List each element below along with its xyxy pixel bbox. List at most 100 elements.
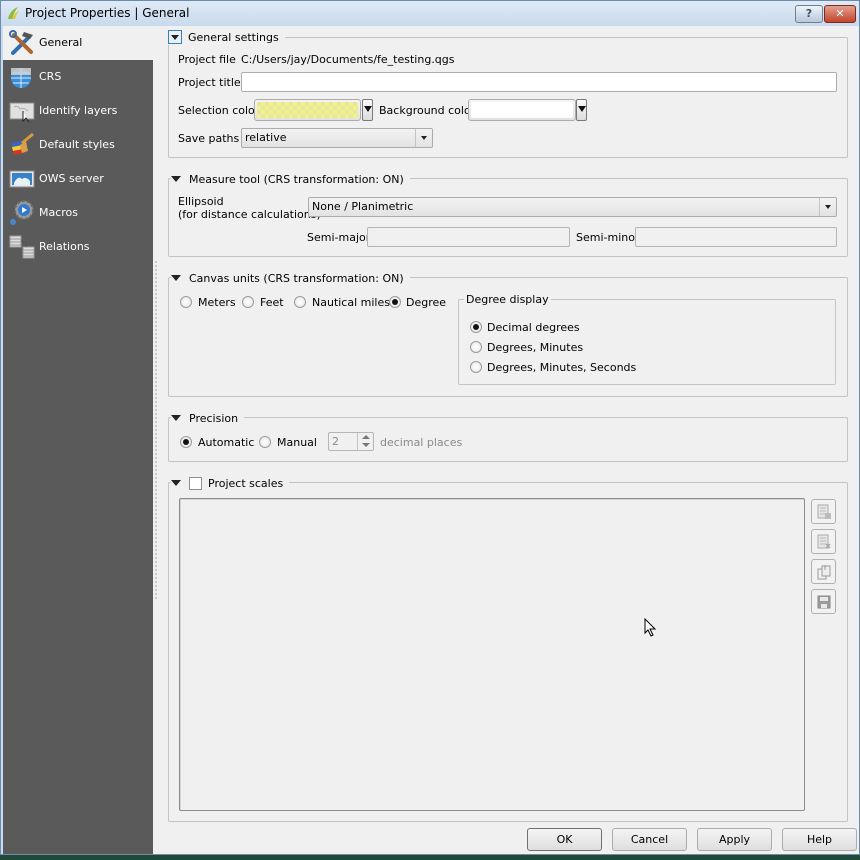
degrees-minutes-seconds-radio[interactable] (470, 361, 482, 373)
sidebar-item-label: Identify layers (39, 104, 118, 117)
spin-buttons[interactable] (357, 433, 373, 450)
meters-radio[interactable] (180, 296, 192, 308)
title-bar: Project Properties | General ? ✕ (1, 1, 859, 26)
spin-up-icon[interactable] (362, 435, 370, 439)
degree-label: Degree (406, 296, 447, 309)
sidebar-item-macros[interactable]: Macros (3, 196, 153, 230)
manual-radio[interactable] (259, 436, 271, 448)
decimal-places-label: decimal places (380, 436, 463, 449)
save-paths-value: relative (245, 131, 287, 144)
mouse-cursor-icon (644, 618, 657, 637)
selection-color-swatch (257, 102, 358, 118)
add-scale-icon (817, 504, 831, 519)
degree-display-title: Degree display (464, 293, 551, 306)
cancel-button[interactable]: Cancel (612, 828, 687, 851)
project-scales-list[interactable] (179, 498, 805, 811)
decimal-places-value: 2 (332, 435, 339, 448)
spin-down-icon[interactable] (362, 443, 370, 447)
sidebar-item-ows-server[interactable]: OWS server (3, 162, 153, 196)
apply-button[interactable]: Apply (697, 828, 772, 851)
collapse-toggle-icon[interactable] (171, 415, 181, 421)
semi-minor-label: Semi-minor (576, 231, 640, 244)
sidebar-item-relations[interactable]: Relations (3, 230, 153, 264)
sidebar-item-general[interactable]: General (3, 26, 153, 60)
add-scale-button[interactable] (811, 499, 836, 524)
background-color-swatch (471, 102, 573, 118)
degrees-minutes-radio[interactable] (470, 341, 482, 353)
import-scales-icon (817, 564, 830, 579)
semi-major-label: Semi-major (307, 231, 371, 244)
save-paths-select[interactable]: relative (241, 128, 433, 148)
project-scales-header[interactable]: Project scales (171, 475, 290, 491)
selection-color-dropdown[interactable] (362, 99, 373, 121)
close-button[interactable]: ✕ (824, 5, 856, 23)
project-file-label: Project file (178, 53, 236, 66)
qgis-logo-icon (8, 7, 19, 19)
decimal-degrees-label: Decimal degrees (487, 321, 580, 334)
feet-label: Feet (260, 296, 284, 309)
automatic-label: Automatic (198, 436, 255, 449)
feet-radio[interactable] (242, 296, 254, 308)
nautical-miles-radio[interactable] (294, 296, 306, 308)
save-scales-button[interactable] (811, 589, 836, 614)
save-scales-icon (817, 595, 830, 608)
precision-header[interactable]: Precision (171, 410, 245, 426)
decimal-degrees-radio[interactable] (470, 321, 482, 333)
sidebar-item-label: Default styles (39, 138, 115, 151)
collapse-toggle-icon[interactable] (171, 480, 181, 486)
meters-label: Meters (198, 296, 236, 309)
chevron-down-icon (415, 129, 432, 147)
sidebar: General CRS Identify layers Default styl… (3, 26, 153, 854)
sidebar-item-label: Macros (39, 206, 79, 219)
splitter-handle[interactable] (155, 261, 157, 601)
decimal-places-spinbox[interactable]: 2 (328, 432, 374, 451)
collapse-toggle-icon[interactable] (168, 30, 182, 44)
project-title-label: Project title (178, 76, 241, 89)
globe-grid-icon (11, 68, 31, 88)
project-scales-checkbox[interactable] (189, 476, 202, 490)
map-pointer-icon (9, 102, 35, 123)
background-color-button[interactable] (468, 99, 576, 121)
ellipsoid-label: Ellipsoid (178, 195, 224, 208)
table-relation-icon (9, 235, 35, 259)
selection-color-button[interactable] (254, 99, 361, 121)
group-title: General settings (188, 30, 279, 44)
measure-tool-header[interactable]: Measure tool (CRS transformation: ON) (171, 171, 410, 187)
ellipsoid-value: None / Planimetric (312, 200, 414, 213)
remove-scale-button[interactable] (811, 529, 836, 554)
project-file-value: C:/Users/jay/Documents/fe_testing.qgs (241, 53, 455, 66)
degree-radio[interactable] (389, 296, 401, 308)
gear-play-icon (10, 200, 34, 225)
sidebar-item-default-styles[interactable]: Default styles (3, 128, 153, 162)
chevron-down-icon (819, 198, 836, 216)
collapse-toggle-icon[interactable] (171, 275, 181, 281)
semi-major-input[interactable] (367, 227, 570, 247)
nautical-miles-label: Nautical miles (312, 296, 390, 309)
remove-scale-icon (817, 534, 831, 549)
ok-button[interactable]: OK (527, 828, 602, 851)
help-title-button[interactable]: ? (795, 5, 823, 23)
background-color-dropdown[interactable] (576, 99, 587, 121)
degrees-minutes-label: Degrees, Minutes (487, 341, 584, 354)
import-scales-button[interactable] (811, 559, 836, 584)
manual-label: Manual (277, 436, 317, 449)
sidebar-item-label: OWS server (39, 172, 104, 185)
general-settings-header[interactable]: General settings (168, 29, 285, 45)
group-title: Precision (189, 411, 239, 425)
group-title: Measure tool (CRS transformation: ON) (189, 172, 404, 186)
sidebar-item-label: Relations (39, 240, 90, 253)
project-title-input[interactable] (241, 72, 837, 92)
degrees-minutes-seconds-label: Degrees, Minutes, Seconds (487, 361, 637, 374)
collapse-toggle-icon[interactable] (171, 176, 181, 182)
map-server-icon (9, 170, 35, 188)
group-title: Canvas units (CRS transformation: ON) (189, 271, 404, 285)
hammer-wrench-icon (9, 30, 33, 55)
help-button[interactable]: Help (782, 828, 857, 851)
ellipsoid-select[interactable]: None / Planimetric (308, 197, 837, 217)
sidebar-item-label: General (39, 36, 83, 49)
semi-minor-input[interactable] (635, 227, 837, 247)
automatic-radio[interactable] (180, 436, 192, 448)
sidebar-item-crs[interactable]: CRS (3, 60, 153, 94)
sidebar-item-identify-layers[interactable]: Identify layers (3, 94, 153, 128)
canvas-units-header[interactable]: Canvas units (CRS transformation: ON) (171, 270, 410, 286)
